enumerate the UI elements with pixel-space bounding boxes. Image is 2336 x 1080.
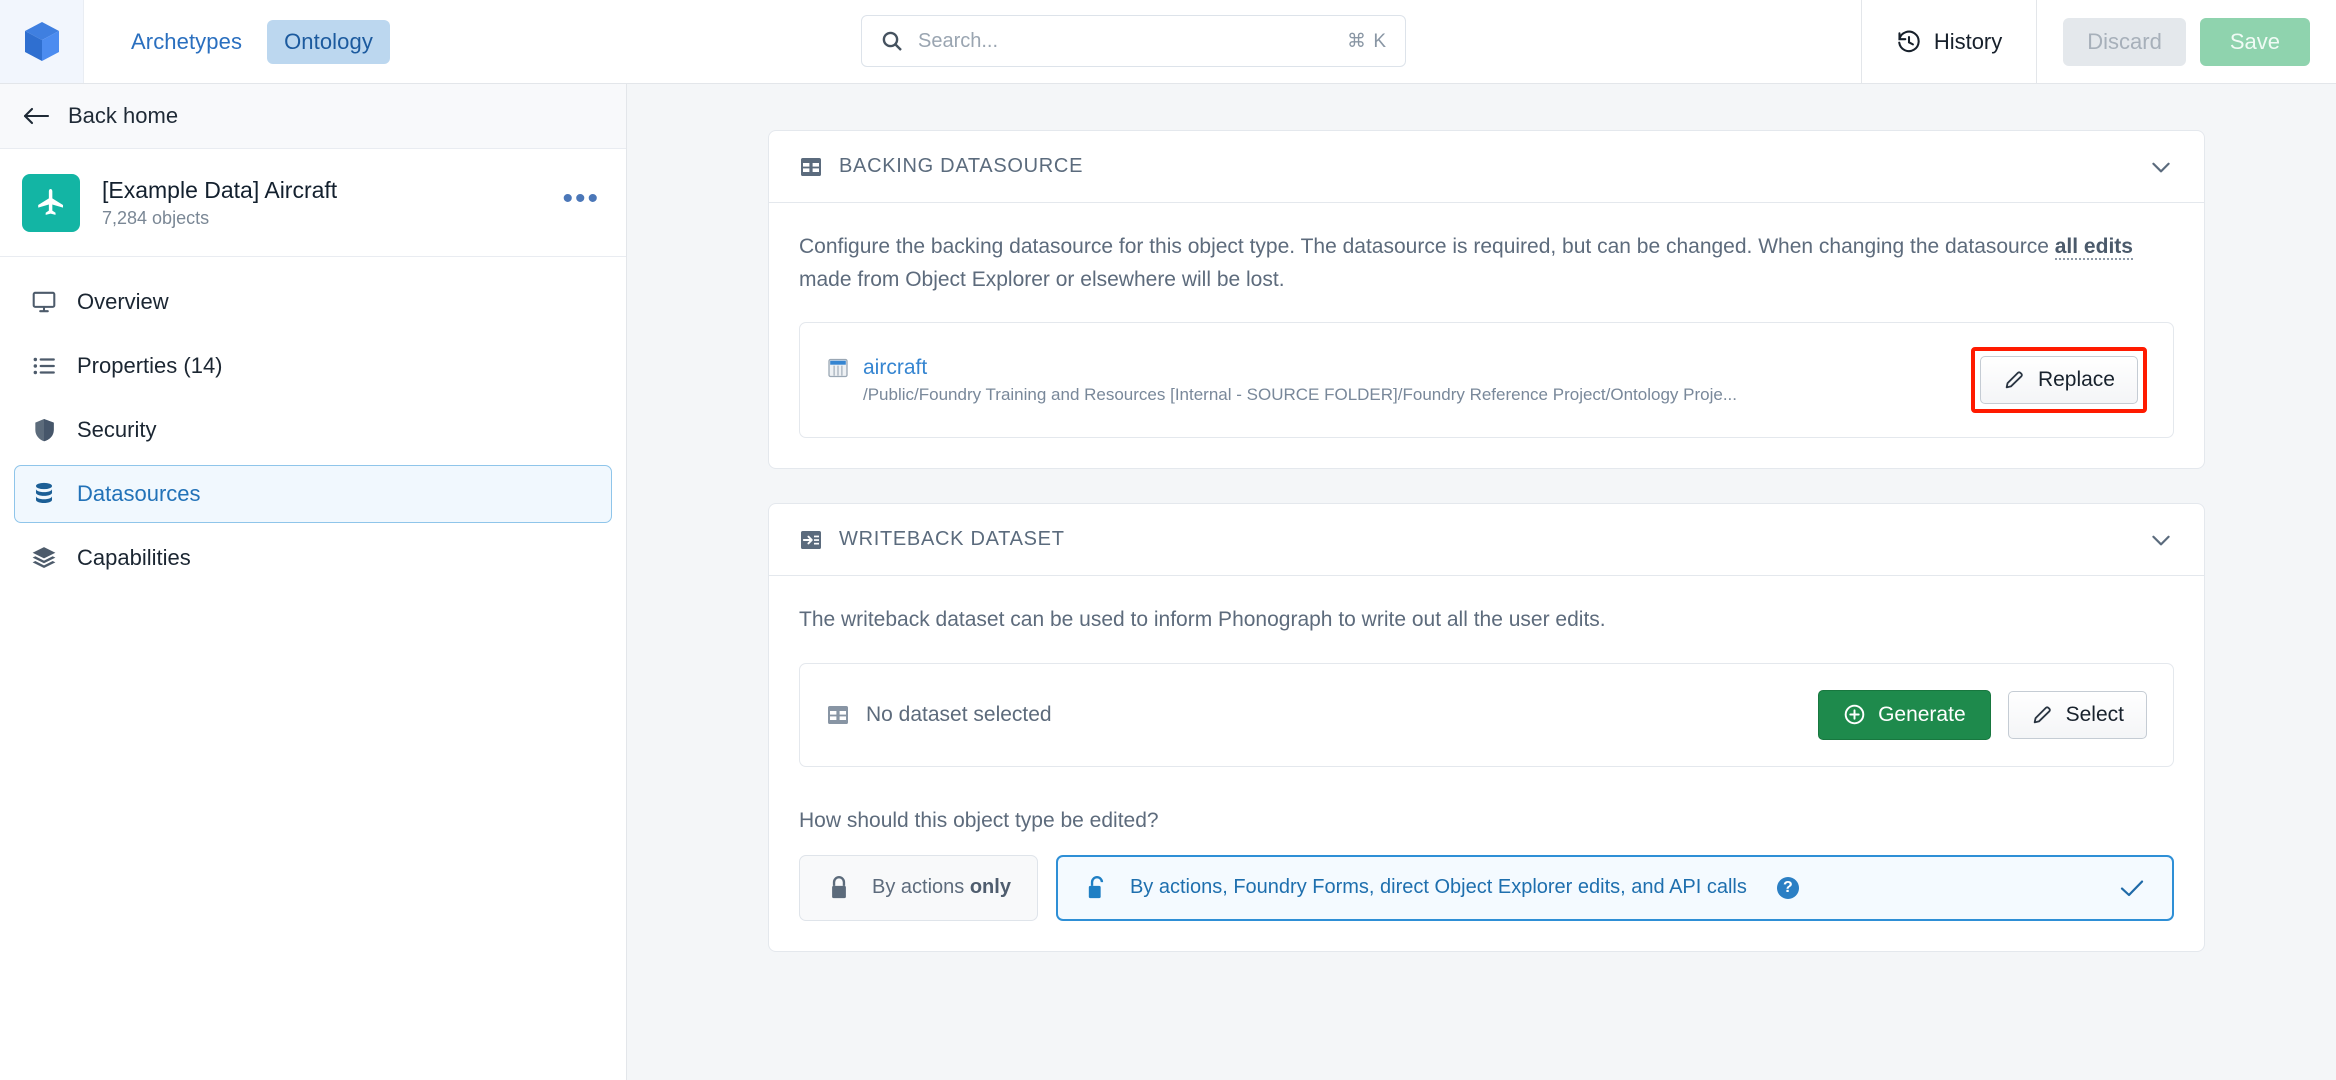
lock-open-icon [1084,874,1110,902]
back-home-label: Back home [68,103,179,128]
chevron-down-icon[interactable] [2148,154,2174,180]
pencil-icon [2031,704,2053,726]
top-bar: Archetypes Ontology Search... ⌘ K Histor… [0,0,2336,84]
tab-archetypes[interactable]: Archetypes [114,20,259,64]
topbar-actions: History Discard Save [1860,0,2336,83]
desc-part-2: made from Object Explorer or elsewhere w… [799,267,1285,291]
sidebar-item-label: Properties (14) [77,353,223,378]
sidebar-item-capabilities[interactable]: Capabilities [14,529,612,587]
generate-button[interactable]: Generate [1818,689,1991,740]
table-icon [826,703,850,727]
replace-button-highlight: Replace [1970,347,2147,414]
plus-circle-icon [1843,703,1866,726]
replace-button-label: Replace [2037,368,2115,392]
object-type-header: [Example Data] Aircraft 7,284 objects ••… [0,149,626,257]
database-icon [31,481,57,507]
option-text-bold: only [969,876,1011,899]
discard-button[interactable]: Discard [2063,17,2186,66]
writeback-icon [799,528,823,552]
writeback-dataset-body: The writeback dataset can be used to inf… [769,576,2204,951]
main-content: BACKING DATASOURCE Configure the backing… [627,84,2336,1080]
sidebar-item-overview[interactable]: Overview [14,273,612,331]
writeback-dataset-header[interactable]: WRITEBACK DATASET [769,504,2204,577]
backing-datasource-description: Configure the backing datasource for thi… [799,231,2174,296]
shield-icon [31,417,57,443]
sidebar-item-label: Datasources [77,481,201,506]
global-search: Search... ⌘ K [861,15,1406,67]
sidebar-item-properties[interactable]: Properties (14) [14,337,612,395]
datasource-row: aircraft /Public/Foundry Training and Re… [799,322,2174,439]
airplane-icon [35,187,67,219]
history-label: History [1933,28,2003,54]
search-shortcut-hint: ⌘ K [1347,30,1387,52]
backing-datasource-header[interactable]: BACKING DATASOURCE [769,131,2204,203]
edit-mode-option-actions-only[interactable]: By actions only [799,854,1038,921]
edit-mode-question: How should this object type be edited? [799,808,1159,832]
list-icon [31,353,57,379]
save-button[interactable]: Save [2199,17,2310,66]
pencil-icon [2003,369,2025,391]
writeback-empty-state: No dataset selected [826,703,1818,727]
desc-emphasis: all edits [2054,235,2133,260]
generate-button-label: Generate [1878,702,1966,726]
primary-nav-tabs: Archetypes Ontology [114,19,390,64]
lock-closed-icon [826,874,852,902]
datasource-name-row: aircraft [826,356,1971,380]
chevron-down-icon[interactable] [2148,527,2174,553]
table-icon [799,155,823,179]
edit-mode-option-label: By actions, Foundry Forms, direct Object… [1129,876,1747,899]
option-text-normal: By actions [872,876,970,899]
no-dataset-label: No dataset selected [866,702,1052,726]
search-placeholder: Search... [918,29,999,52]
search-icon [880,29,904,53]
dataset-icon [826,356,850,380]
object-count: 7,284 objects [102,208,210,229]
sidebar-item-security[interactable]: Security [14,401,612,459]
object-type-text: [Example Data] Aircraft 7,284 objects [102,176,562,230]
select-button-label: Select [2065,702,2124,726]
sidebar-item-label: Security [77,417,157,442]
object-type-avatar [22,173,80,232]
select-button[interactable]: Select [2007,690,2147,739]
backing-datasource-title: BACKING DATASOURCE [839,155,1084,177]
edit-mode-option-label: By actions only [872,876,1011,899]
tab-ontology[interactable]: Ontology [267,19,390,64]
edit-mode-options: By actions only By actions, Foundry Form… [799,854,2174,921]
history-icon [1896,29,1922,55]
datasource-name-link[interactable]: aircraft [863,356,927,380]
datasource-path: /Public/Foundry Training and Resources [… [863,384,1737,404]
sidebar-item-label: Overview [77,289,169,314]
edit-mode-option-all-methods[interactable]: By actions, Foundry Forms, direct Object… [1055,854,2174,921]
save-discard-group: Discard Save [2037,17,2336,66]
search-input[interactable]: Search... ⌘ K [861,15,1406,67]
object-more-menu-button[interactable]: ••• [562,183,600,216]
writeback-dataset-title: WRITEBACK DATASET [839,528,1065,551]
sidebar-item-datasources[interactable]: Datasources [14,465,612,523]
sidebar: Back home [Example Data] Aircraft 7,284 … [0,84,627,1080]
check-icon [2118,876,2146,900]
object-type-title: [Example Data] Aircraft [102,176,338,203]
cube-logo-icon [22,20,62,64]
arrow-left-icon [22,105,50,127]
sidebar-item-label: Capabilities [77,545,191,570]
desc-part-1: Configure the backing datasource for thi… [799,235,2055,258]
backing-datasource-body: Configure the backing datasource for thi… [769,203,2204,468]
sidebar-nav: Overview Properties (14) Security Dataso… [0,257,626,587]
monitor-icon [31,289,57,315]
writeback-description: The writeback dataset can be used to inf… [799,608,1606,632]
writeback-dataset-row: No dataset selected Generate Select [799,662,2174,767]
layers-icon [31,545,57,571]
writeback-dataset-card: WRITEBACK DATASET The writeback dataset … [768,503,2205,952]
replace-button[interactable]: Replace [1979,356,2138,405]
back-home-button[interactable]: Back home [0,84,626,149]
history-button[interactable]: History [1860,0,2038,83]
app-logo[interactable] [0,0,84,83]
backing-datasource-card: BACKING DATASOURCE Configure the backing… [768,130,2205,470]
help-icon[interactable]: ? [1776,876,1799,899]
writeback-actions: Generate Select [1818,689,2147,740]
datasource-info: aircraft /Public/Foundry Training and Re… [826,356,1971,405]
